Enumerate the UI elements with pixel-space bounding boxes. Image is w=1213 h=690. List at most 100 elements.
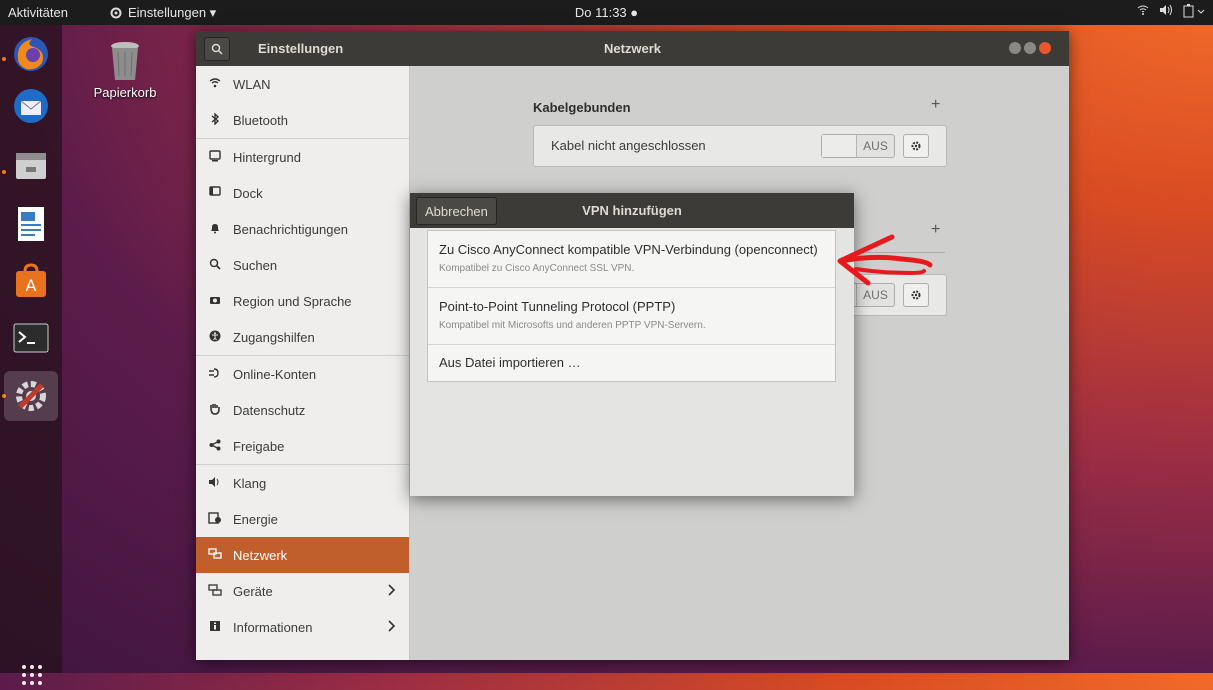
sidebar-item-label: Bluetooth	[233, 112, 288, 128]
bluetooth-icon	[207, 111, 223, 128]
trash-icon	[111, 42, 139, 80]
app-grid-icon	[22, 665, 42, 685]
dock-writer[interactable]	[9, 202, 53, 246]
wired-status: Kabel nicht angeschlossen	[551, 138, 706, 153]
sidebar-item-label: Zugangshilfen	[233, 329, 315, 345]
option-title: Aus Datei importieren …	[439, 355, 581, 370]
maximize-button[interactable]	[1024, 42, 1036, 54]
add-vpn-dialog: Abbrechen VPN hinzufügen Zu Cisco AnyCon…	[410, 193, 854, 496]
search-icon	[207, 258, 223, 273]
sidebar-item-bluetooth[interactable]: Bluetooth	[196, 102, 409, 138]
background-icon	[207, 149, 223, 165]
wired-section-title: Kabelgebunden	[533, 100, 631, 115]
thunderbird-icon	[14, 89, 48, 123]
vpn-option-openconnect[interactable]: Zu Cisco AnyConnect kompatible VPN-Verbi…	[428, 231, 835, 288]
sidebar-item-privacy[interactable]: Datenschutz	[196, 392, 409, 428]
sidebar-item-notifications[interactable]: Benachrichtigungen	[196, 211, 409, 247]
vpn-option-pptp[interactable]: Point-to-Point Tunneling Protocol (PPTP)…	[428, 288, 835, 345]
wifi-status-icon	[1137, 4, 1149, 21]
sidebar-item-label: Benachrichtigungen	[233, 221, 348, 237]
vpn-type-list: Zu Cisco AnyConnect kompatible VPN-Verbi…	[427, 230, 836, 382]
sidebar-item-sound[interactable]: Klang	[196, 465, 409, 501]
dialog-header: Abbrechen VPN hinzufügen	[410, 193, 854, 228]
battery-icon	[207, 511, 223, 527]
option-subtitle: Kompatibel mit Microsofts und anderen PP…	[439, 320, 706, 331]
wifi-icon	[207, 77, 223, 92]
minimize-button[interactable]	[1009, 42, 1021, 54]
wired-connection-row: Kabel nicht angeschlossen AUS	[533, 125, 947, 167]
close-button[interactable]	[1039, 42, 1051, 54]
terminal-icon	[13, 323, 49, 353]
toggle-label: AUS	[863, 139, 888, 153]
sidebar-item-power[interactable]: Energie	[196, 501, 409, 537]
software-center-icon: A	[16, 263, 46, 297]
accessibility-icon	[207, 330, 223, 345]
dock-terminal[interactable]	[9, 316, 53, 360]
app-menu-label: Einstellungen ▾	[128, 5, 217, 20]
info-icon	[207, 620, 223, 635]
sidebar-item-label: WLAN	[233, 76, 271, 92]
sidebar-item-label: Region und Sprache	[233, 293, 352, 309]
dock-firefox[interactable]	[9, 32, 53, 76]
gear-icon	[911, 141, 921, 151]
dock-software[interactable]: A	[9, 259, 53, 303]
dock-icon	[207, 185, 223, 201]
dock-thunderbird[interactable]	[9, 84, 53, 128]
camera-icon	[207, 294, 223, 309]
sidebar-item-online-accounts[interactable]: Online-Konten	[196, 356, 409, 392]
chevron-right-icon	[387, 619, 396, 635]
sidebar-item-label: Klang	[233, 475, 267, 491]
sidebar-item-devices[interactable]: Geräte	[196, 573, 409, 609]
dock-files[interactable]	[9, 144, 53, 188]
window-header: Einstellungen Netzwerk	[196, 31, 1069, 66]
vpn-option-import[interactable]: Aus Datei importieren …	[428, 345, 835, 381]
sidebar-item-info[interactable]: Informationen	[196, 609, 409, 645]
sidebar-item-network[interactable]: Netzwerk	[196, 537, 409, 573]
sidebar-item-sharing[interactable]: Freigabe	[196, 428, 409, 464]
dock-settings[interactable]	[4, 371, 58, 421]
files-icon	[16, 153, 46, 179]
sidebar-item-dock[interactable]: Dock	[196, 175, 409, 211]
clock[interactable]: Do 11:33 ●	[575, 5, 638, 20]
bell-icon	[207, 222, 223, 237]
option-subtitle: Kompatibel zu Cisco AnyConnect SSL VPN.	[439, 263, 635, 274]
system-tray[interactable]	[1137, 4, 1205, 21]
add-wired-button[interactable]: +	[931, 96, 940, 114]
sidebar-item-region[interactable]: Region und Sprache	[196, 283, 409, 319]
activities-button[interactable]: Aktivitäten	[8, 5, 68, 20]
sidebar-item-label: Dock	[233, 185, 263, 201]
sidebar-item-label: Geräte	[233, 583, 273, 599]
network-icon	[207, 547, 223, 563]
annotation-arrow	[837, 234, 933, 286]
devices-icon	[207, 583, 223, 599]
wired-settings-button[interactable]	[903, 134, 929, 158]
sidebar-item-label: Online-Konten	[233, 366, 317, 382]
speaker-icon	[207, 476, 223, 491]
wired-toggle[interactable]: AUS	[821, 134, 895, 158]
sidebar-item-label: Informationen	[233, 619, 313, 635]
option-title: Point-to-Point Tunneling Protocol (PPTP)	[439, 299, 676, 314]
sidebar-item-label: Hintergrund	[233, 149, 301, 165]
window-title: Netzwerk	[603, 41, 662, 56]
show-applications-button[interactable]	[20, 663, 44, 687]
online-accounts-icon	[207, 367, 223, 382]
battery-status-icon	[1183, 4, 1205, 21]
share-icon	[207, 439, 223, 454]
trash-label: Papierkorb	[93, 85, 157, 100]
sidebar-item-background[interactable]: Hintergrund	[196, 139, 409, 175]
sidebar-item-label: Netzwerk	[233, 547, 288, 563]
running-indicator	[2, 57, 6, 61]
sidebar-item-accessibility[interactable]: Zugangshilfen	[196, 319, 409, 355]
desktop-trash[interactable]: Papierkorb	[90, 40, 160, 100]
sidebar-item-label: Datenschutz	[233, 402, 306, 418]
sidebar-item-search[interactable]: Suchen	[196, 247, 409, 283]
volume-icon	[1159, 4, 1173, 21]
app-menu[interactable]: Einstellungen ▾	[110, 5, 216, 21]
hand-icon	[207, 403, 223, 418]
running-indicator	[2, 170, 6, 174]
dialog-title: VPN hinzufügen	[582, 203, 682, 218]
sidebar-item-wlan[interactable]: WLAN	[196, 66, 409, 102]
dock: A	[0, 25, 62, 685]
chevron-right-icon	[387, 583, 396, 599]
svg-text:A: A	[26, 276, 37, 295]
